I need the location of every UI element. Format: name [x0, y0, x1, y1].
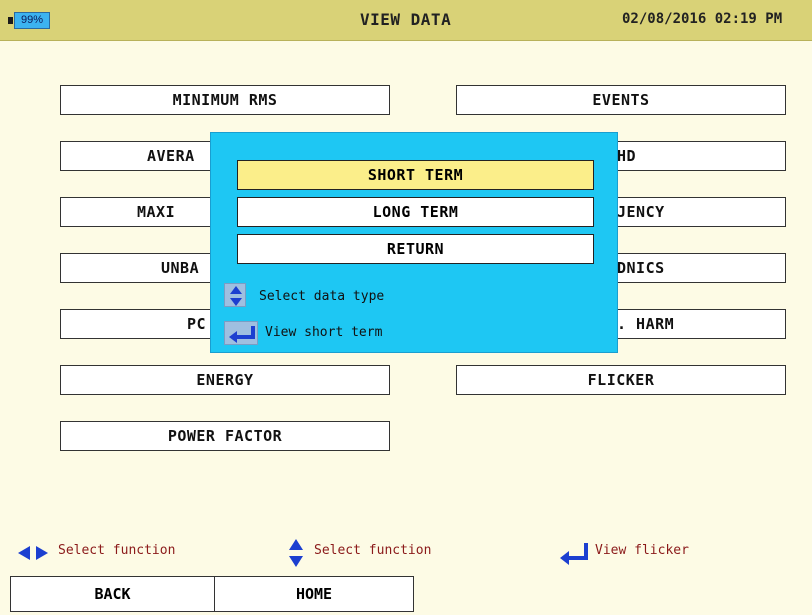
events-button[interactable]: EVENTS: [456, 85, 786, 115]
footer-hint-left: Select function: [58, 543, 176, 558]
return-option[interactable]: RETURN: [237, 234, 594, 264]
power-factor-button[interactable]: POWER FACTOR: [60, 421, 390, 451]
dialog-hint-view: View short term: [265, 325, 383, 340]
footer-hint-right: View flicker: [595, 543, 689, 558]
long-term-option[interactable]: LONG TERM: [237, 197, 594, 227]
title-bar: 99% VIEW DATA 02/08/2016 02:19 PM: [0, 0, 812, 41]
enter-icon: [560, 543, 588, 565]
battery-indicator: 99%: [8, 12, 50, 29]
flicker-button[interactable]: FLICKER: [456, 365, 786, 395]
left-right-arrow-icon: [18, 546, 48, 560]
minimum-rms-button[interactable]: MINIMUM RMS: [60, 85, 390, 115]
up-down-arrow-icon: [289, 539, 303, 567]
home-button[interactable]: HOME: [214, 576, 414, 612]
enter-icon: [224, 321, 258, 345]
back-button[interactable]: BACK: [10, 576, 215, 612]
data-type-dialog: SHORT TERM LONG TERM RETURN Select data …: [210, 132, 618, 353]
footer-hint-middle: Select function: [314, 543, 432, 558]
short-term-option[interactable]: SHORT TERM: [237, 160, 594, 190]
up-down-arrow-icon: [224, 283, 246, 307]
energy-button[interactable]: ENERGY: [60, 365, 390, 395]
page-title: VIEW DATA: [360, 10, 452, 29]
date-time: 02/08/2016 02:19 PM: [622, 11, 783, 27]
dialog-hint-select: Select data type: [259, 289, 385, 304]
